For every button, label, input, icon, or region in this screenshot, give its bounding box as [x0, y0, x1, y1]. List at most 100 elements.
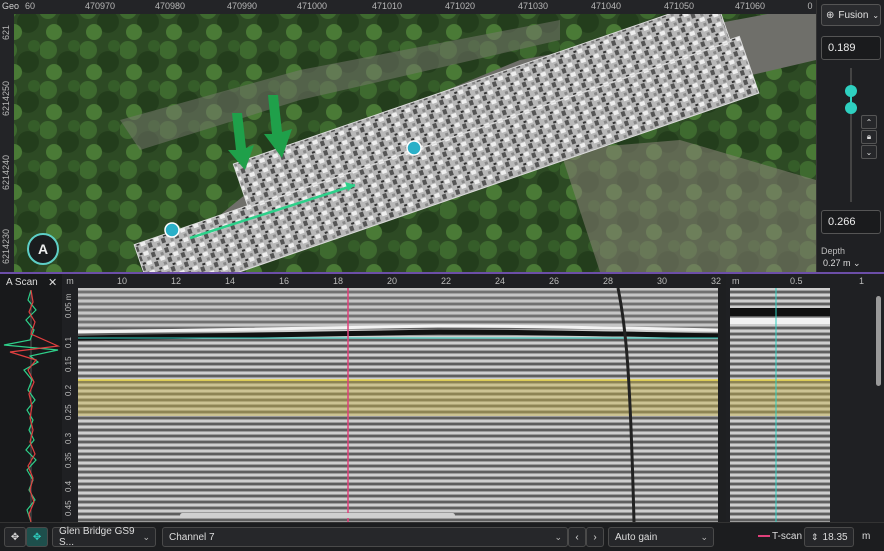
map-x-tick: 470980 — [154, 1, 186, 11]
tscan-legend-line — [758, 535, 770, 537]
chevron-down-icon: ⌄ — [853, 258, 861, 268]
map-x-tick: 0 — [807, 1, 813, 11]
gain-select[interactable]: Auto gain ⌄ — [608, 527, 714, 547]
channel-select[interactable]: Channel 7 ⌄ — [162, 527, 568, 547]
bottom-toolbar: ✥ ✥ Glen Bridge GS9 S... ⌄ Channel 7 ⌄ ‹… — [0, 522, 884, 551]
map-left-ruler: 621 6214250 6214240 6214230 — [0, 14, 14, 272]
map-x-tick: 471020 — [444, 1, 476, 11]
depth-value: 0.27 m — [823, 258, 851, 268]
geo-label: Geo — [2, 1, 20, 11]
map-x-tick: 471040 — [590, 1, 622, 11]
ascan-title: A Scan — [6, 277, 38, 288]
chevron-right-icon: › — [593, 531, 597, 543]
radargram-panel[interactable]: m 10 12 14 16 18 20 22 24 26 28 30 32 0.05 m 0.1 0.1… — [62, 274, 722, 522]
depth-select[interactable]: 0.27 m ⌄ — [823, 258, 861, 269]
radargram-depth-ruler: 0.05 m 0.1 0.15 0.2 0.25 0.3 0.35 0.4 0.45 — [62, 288, 78, 522]
mode-label: Fusion — [838, 9, 869, 21]
top-depth-input[interactable]: 0.189 — [821, 36, 881, 60]
radargram-depth-tick: 0.25 — [64, 404, 73, 420]
chevron-down-icon: ⌄ — [865, 147, 873, 157]
map-top-ruler: Geo 60 470970 470980 470990 471000 47101… — [0, 0, 816, 14]
radargram-depth-tick: 0.3 — [64, 432, 73, 444]
radargram-depth-tick: 0.35 — [64, 452, 73, 468]
radargram-x-tick: 16 — [278, 276, 290, 286]
radargram-unit: m — [66, 276, 74, 286]
map-x-tick: 470970 — [84, 1, 116, 11]
chevron-down-icon: ⌄ — [700, 531, 708, 542]
tscan-unit: m — [732, 276, 740, 286]
compass-button[interactable]: A — [27, 233, 59, 265]
crosshair-icon: ✥ — [32, 531, 42, 543]
globe-icon: ⊕ — [826, 9, 835, 21]
radargram-image[interactable] — [78, 288, 718, 522]
close-icon[interactable]: ✕ — [48, 276, 57, 289]
depth-slider-top-handle[interactable] — [845, 85, 857, 97]
tscan-svg — [730, 288, 830, 522]
map-x-tick: 471010 — [371, 1, 403, 11]
radargram-x-tick: 14 — [224, 276, 236, 286]
depth-slider-bottom-handle[interactable] — [845, 102, 857, 114]
bottom-depth-input[interactable]: 0.266 — [821, 210, 881, 234]
map-view[interactable]: Geo 60 470970 470980 470990 471000 47101… — [0, 0, 816, 272]
tscan-image[interactable] — [730, 288, 830, 522]
select-tool-button[interactable]: ✥ — [26, 527, 48, 547]
map-x-tick: 471050 — [663, 1, 695, 11]
map-x-tick: 470990 — [226, 1, 258, 11]
move-icon: ✥ — [10, 531, 20, 543]
tscan-tick: 1 — [859, 276, 865, 286]
radargram-depth-tick: 0.15 — [64, 356, 73, 372]
chevron-down-icon: ⌄ — [872, 10, 880, 20]
gain-label: Auto gain — [615, 531, 658, 543]
position-unit: m — [862, 531, 871, 542]
map-x-tick: 471060 — [734, 1, 766, 11]
next-channel-button[interactable]: › — [586, 527, 604, 547]
vertical-scrollbar[interactable] — [876, 296, 881, 386]
tscan-label: T-scan — [772, 531, 803, 542]
map-x-tick: 60 — [24, 1, 36, 11]
tscan-tick: 0.5 — [790, 276, 803, 286]
radargram-svg — [78, 288, 718, 522]
radargram-x-tick: 12 — [170, 276, 182, 286]
ascan-waveform — [3, 290, 61, 522]
depth-label: Depth — [821, 246, 846, 256]
radargram-x-tick: 18 — [332, 276, 344, 286]
map-y-tick: 6214250 — [1, 80, 11, 116]
tscan-panel[interactable]: m 0.5 1 — [726, 274, 884, 522]
project-label: Glen Bridge GS9 S... — [59, 526, 135, 548]
stepper-icon: ⇕ — [811, 531, 819, 542]
chevron-down-icon: ⌄ — [142, 531, 150, 542]
radargram-x-tick: 10 — [116, 276, 128, 286]
radargram-depth-unit: 0.05 m — [64, 293, 73, 318]
radargram-x-tick: 28 — [602, 276, 614, 286]
map-x-tick: 471030 — [517, 1, 549, 11]
step-down-button[interactable]: ⌄ — [861, 145, 877, 159]
radargram-x-tick: 20 — [386, 276, 398, 286]
radargram-x-tick: 32 — [710, 276, 722, 286]
channel-label: Channel 7 — [169, 531, 215, 543]
layer-panel: ⊕ Fusion ⌄ 0.189 ⌃ 🔒︎ ⌄ 0.266 Depth 0.27… — [816, 0, 884, 272]
position-value: 18.35 — [822, 531, 848, 543]
radargram-x-tick: 22 — [440, 276, 452, 286]
previous-channel-button[interactable]: ‹ — [568, 527, 586, 547]
chevron-left-icon: ‹ — [575, 531, 579, 543]
map-y-tick: 6214230 — [1, 228, 11, 264]
radargram-depth-tick: 0.4 — [64, 480, 73, 492]
pan-tool-button[interactable]: ✥ — [4, 527, 26, 547]
radargram-x-tick: 30 — [656, 276, 668, 286]
chevron-up-icon: ⌃ — [865, 117, 873, 127]
horizontal-scrollbar[interactable] — [180, 513, 455, 518]
map-x-tick: 471000 — [296, 1, 328, 11]
radargram-x-tick: 26 — [548, 276, 560, 286]
lock-icon: 🔒︎ — [866, 132, 872, 141]
map-y-tick: 621 — [1, 24, 11, 40]
radargram-depth-tick: 0.1 — [64, 336, 73, 348]
radargram-x-tick: 24 — [494, 276, 506, 286]
position-input[interactable]: ⇕ 18.35 — [804, 527, 854, 547]
ascan-panel: A Scan ✕ — [0, 274, 63, 522]
chevron-down-icon: ⌄ — [554, 531, 562, 542]
project-select[interactable]: Glen Bridge GS9 S... ⌄ — [52, 526, 156, 548]
lock-button[interactable]: 🔒︎ — [861, 130, 877, 144]
mode-select[interactable]: ⊕ Fusion ⌄ — [821, 4, 881, 26]
map-y-tick: 6214240 — [1, 154, 11, 190]
step-up-button[interactable]: ⌃ — [861, 115, 877, 129]
